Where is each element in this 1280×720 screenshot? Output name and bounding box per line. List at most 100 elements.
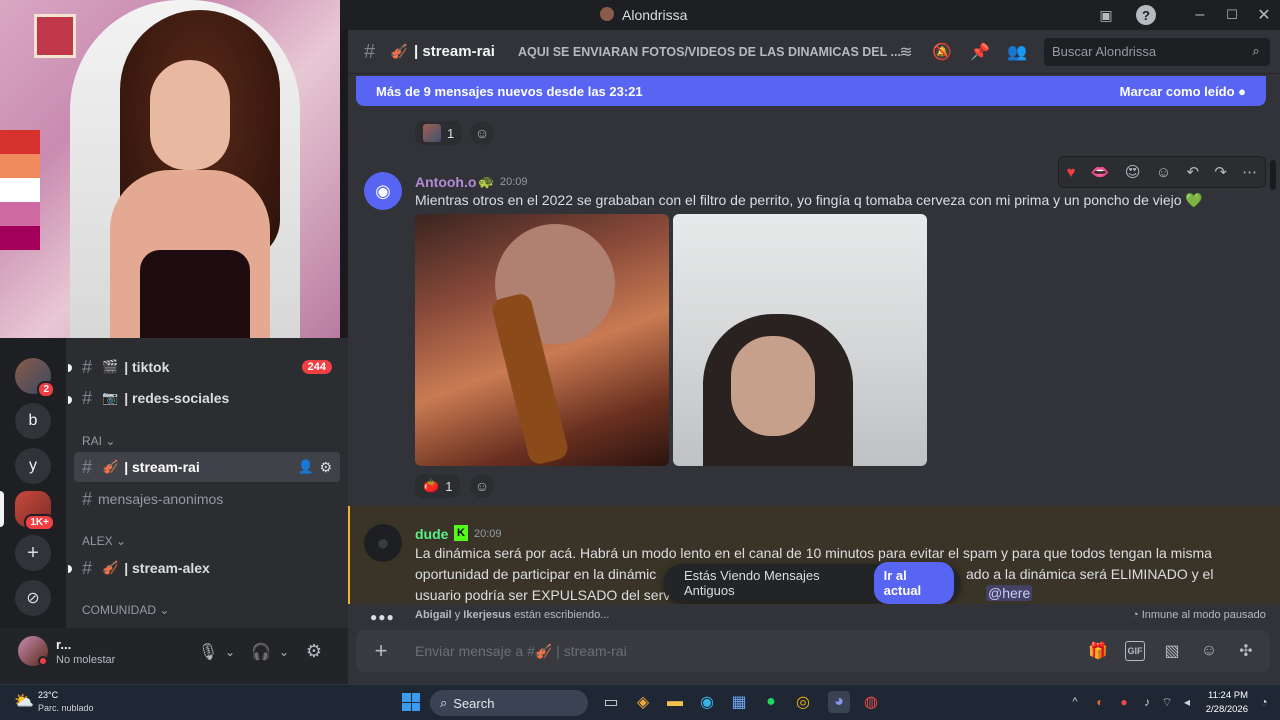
channel-emoji: 🎻 xyxy=(102,459,119,474)
help-icon[interactable]: ? xyxy=(1136,5,1156,25)
jump-to-present-button[interactable]: Ir al actual xyxy=(873,562,954,604)
typing-user: Ikerjesus xyxy=(463,609,511,621)
server-icon[interactable]: y xyxy=(15,448,51,484)
category-rai[interactable]: RAI ⌄ xyxy=(82,434,115,448)
add-reaction-icon[interactable]: ☺ xyxy=(470,121,494,145)
typing-conj: y xyxy=(454,609,461,621)
threads-icon[interactable]: ≋ xyxy=(896,42,916,62)
windows-start-icon[interactable] xyxy=(402,693,420,711)
add-reaction-icon[interactable]: ☺ xyxy=(1156,164,1171,181)
notification-bell-icon[interactable]: ◔ xyxy=(1256,693,1272,711)
weather-icon[interactable]: ⛅ xyxy=(14,691,34,711)
reaction-pill[interactable]: 1 xyxy=(415,121,463,145)
hash-icon: # xyxy=(82,488,93,509)
reaction-pill[interactable]: 🍅 1 xyxy=(415,474,461,498)
chevron-up-icon[interactable]: ^ xyxy=(1068,693,1082,711)
channel-item-stream-rai[interactable]: # 🎻 | stream-rai 👤 ⚙ xyxy=(74,452,340,482)
scrollbar-thumb[interactable] xyxy=(1270,160,1276,190)
server-badge: 1K+ xyxy=(24,514,55,531)
user-name[interactable]: r... xyxy=(56,637,71,652)
discover-icon[interactable]: ⊘ xyxy=(15,580,51,616)
streamer-top xyxy=(140,250,250,338)
attachment-image-2[interactable] xyxy=(673,214,927,466)
file-explorer-icon[interactable]: ▬ xyxy=(666,693,684,711)
avatar[interactable]: ◉ xyxy=(364,172,402,210)
pin-icon[interactable]: 📌 xyxy=(970,42,990,62)
edge-icon[interactable]: ◉ xyxy=(698,693,716,711)
channel-topic[interactable]: AQUI SE ENVIARAN FOTOS/VIDEOS DE LAS DIN… xyxy=(518,45,901,59)
more-options-icon[interactable]: ⋯ xyxy=(1242,163,1257,181)
forward-icon[interactable]: ↷ xyxy=(1214,163,1227,181)
search-box[interactable]: Buscar Alondrissa ⌕ xyxy=(1044,38,1270,66)
chevron-down-icon[interactable]: ⌄ xyxy=(276,642,292,662)
server-icon[interactable]: 2 xyxy=(15,358,55,398)
custom-emoji-icon xyxy=(423,124,441,142)
add-server-icon[interactable]: + xyxy=(15,535,51,571)
new-messages-bar[interactable]: Más de 9 mensajes nuevos desde las 23:21… xyxy=(356,76,1266,106)
add-attachment-icon[interactable]: + xyxy=(370,638,392,663)
wifi-icon[interactable]: ⌔ xyxy=(1160,693,1174,711)
taskbar-time[interactable]: 11:24 PM xyxy=(1202,690,1248,701)
headphones-icon[interactable]: 🎧 xyxy=(251,642,271,662)
task-view-icon[interactable]: ▭ xyxy=(602,693,620,711)
invite-icon[interactable]: 👤 xyxy=(298,459,314,475)
active-server-pill xyxy=(0,491,4,527)
member-list-icon[interactable]: 👥 xyxy=(1007,42,1027,62)
reply-icon[interactable]: ↶ xyxy=(1186,163,1199,181)
heart-reaction-icon[interactable]: ♥ xyxy=(1067,164,1076,181)
spotify-icon[interactable]: ● xyxy=(762,693,780,711)
taskbar-search[interactable]: ⌕ Search xyxy=(430,690,588,716)
store-icon[interactable]: ▦ xyxy=(730,693,748,711)
channel-item-mensajes-anonimos[interactable]: # mensajes-anonimos xyxy=(74,484,340,514)
obs-icon[interactable]: ◍ xyxy=(862,693,880,711)
sticker-icon[interactable]: ▧ xyxy=(1162,641,1182,661)
gift-icon[interactable]: 🎁 xyxy=(1088,641,1108,661)
heart-eyes-reaction-icon[interactable]: 😍 xyxy=(1125,163,1141,181)
message-input[interactable]: + Enviar mensaje a #🎻 | stream-rai 🎁 GIF… xyxy=(356,630,1270,672)
avatar[interactable]: ● xyxy=(364,524,402,562)
volume-icon[interactable]: ◂ xyxy=(1180,693,1194,711)
copilot-icon[interactable]: ◈ xyxy=(634,693,652,711)
message-author[interactable]: dude xyxy=(415,526,448,542)
channel-label-text: redes-sociales xyxy=(132,390,230,406)
message-author[interactable]: Antooh.o xyxy=(415,174,476,190)
close-icon[interactable]: ✕ xyxy=(1254,5,1274,25)
channel-item-stream-alex[interactable]: # 🎻 | stream-alex xyxy=(74,553,340,583)
tray-app-icon[interactable]: ● xyxy=(1116,693,1132,711)
category-comunidad[interactable]: COMUNIDAD ⌄ xyxy=(82,603,169,617)
mark-read-icon: ● xyxy=(1238,83,1246,99)
server-icon[interactable]: b xyxy=(15,403,51,439)
channel-item-tiktok[interactable]: # 🎬 | tiktok 244 xyxy=(74,352,340,382)
lips-reaction-icon[interactable]: 👄 xyxy=(1091,163,1110,181)
apps-icon[interactable]: ✣ xyxy=(1236,641,1256,661)
gear-icon[interactable]: ⚙ xyxy=(319,459,332,476)
channel-label: | stream-alex xyxy=(124,560,210,576)
chevron-down-icon[interactable]: ⌄ xyxy=(222,642,238,662)
maximize-icon[interactable]: ☐ xyxy=(1222,5,1242,25)
emoji-picker-icon[interactable]: ☺ xyxy=(1199,641,1219,661)
mark-as-read-button[interactable]: Marcar como leído ● xyxy=(1120,84,1246,99)
mention-here[interactable]: @here xyxy=(986,585,1033,601)
server-icon[interactable]: 1K+ xyxy=(15,491,55,531)
gif-icon[interactable]: GIF xyxy=(1125,641,1145,661)
mic-tray-icon[interactable]: ♪ xyxy=(1140,693,1154,711)
slowmode-indicator: ◔ Inmune al modo pausado xyxy=(1132,609,1266,621)
channel-item-redes-sociales[interactable]: # 📷 | redes-sociales xyxy=(74,383,340,413)
category-label: RAI xyxy=(82,434,103,448)
typing-dots-icon: ●●● xyxy=(370,610,395,624)
chrome-icon[interactable]: ◎ xyxy=(794,693,812,711)
taskbar-date[interactable]: 2/28/2026 xyxy=(1202,704,1248,715)
inbox-icon[interactable]: ▣ xyxy=(1096,5,1116,25)
add-reaction-icon[interactable]: ☺ xyxy=(470,474,494,498)
message-list[interactable]: Más de 9 mensajes nuevos desde las 23:21… xyxy=(348,74,1280,628)
category-alex[interactable]: ALEX ⌄ xyxy=(82,534,126,548)
mute-notifications-icon[interactable]: 🔕 xyxy=(932,42,952,62)
tray-app-icon[interactable]: ◐ xyxy=(1092,693,1108,711)
tomato-emoji-icon: 🍅 xyxy=(423,478,440,493)
channel-label: | redes-sociales xyxy=(124,390,230,406)
attachment-image-1[interactable] xyxy=(415,214,669,466)
user-settings-icon[interactable]: ⚙ xyxy=(304,641,324,661)
minimize-icon[interactable]: – xyxy=(1190,5,1210,25)
discord-taskbar-icon[interactable]: ◕ xyxy=(828,691,850,713)
microphone-icon[interactable]: 🎙 xyxy=(198,642,218,662)
